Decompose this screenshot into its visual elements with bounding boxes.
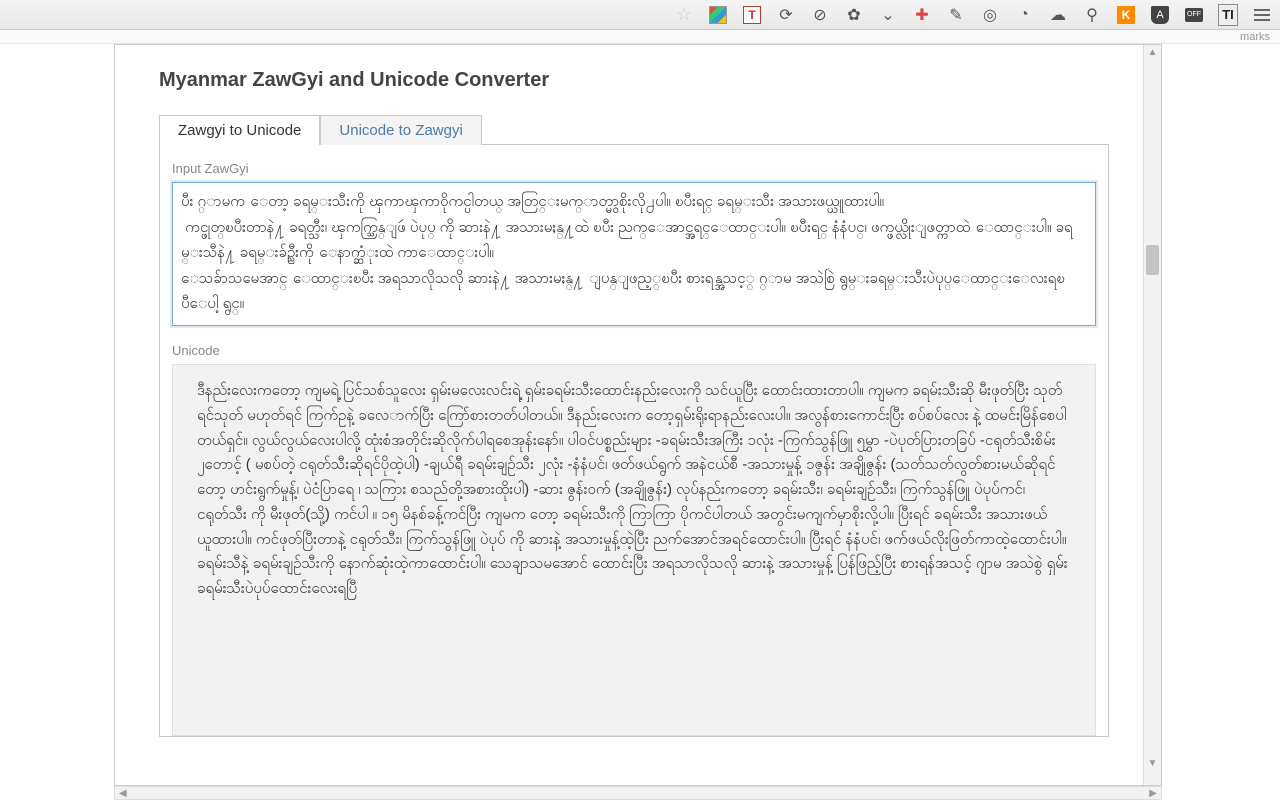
vertical-scrollbar[interactable]: ▲ ▼: [1143, 45, 1161, 785]
scroll-up-icon[interactable]: ▲: [1144, 47, 1161, 58]
extension-off-icon[interactable]: OFF: [1184, 5, 1204, 25]
scroll-left-icon[interactable]: ◀: [119, 788, 127, 799]
bookmarks-bar: marks: [0, 30, 1280, 44]
zawgyi-input[interactable]: [172, 182, 1096, 326]
bookmarks-peek-text: marks: [1240, 31, 1270, 43]
circle-icon[interactable]: ◎: [980, 5, 1000, 25]
eyedropper-icon[interactable]: ✎: [946, 5, 966, 25]
browser-toolbar: ☆ T ⟳ ⊘ ✿ ⌄ ✚ ✎ ◎ ◔ ☁ ⚲ K A OFF TI: [0, 0, 1280, 30]
converter-popup: Myanmar ZawGyi and Unicode Converter Zaw…: [114, 44, 1162, 786]
bookmark-star-icon[interactable]: ☆: [674, 5, 694, 25]
output-label: Unicode: [172, 343, 1096, 358]
scroll-right-icon[interactable]: ▶: [1149, 788, 1157, 799]
tab-panel: Input ZawGyi Unicode ဒီနည်းလေးကတော့ ကျမရ…: [159, 145, 1109, 737]
reload-icon[interactable]: ⟳: [776, 5, 796, 25]
extension-rainbow-icon[interactable]: [708, 5, 728, 25]
cloud-icon[interactable]: ☁: [1048, 5, 1068, 25]
unicode-output: ဒီနည်းလေးကတော့ ကျမရဲ့ ပြင်သစ်သူလေး ရှမ်း…: [172, 364, 1096, 736]
pin-icon[interactable]: ⚲: [1082, 5, 1102, 25]
input-label: Input ZawGyi: [172, 161, 1096, 176]
plus-medical-icon[interactable]: ✚: [912, 5, 932, 25]
page-title: Myanmar ZawGyi and Unicode Converter: [159, 69, 1109, 92]
pocket-icon[interactable]: ⌄: [878, 5, 898, 25]
extension-k-icon[interactable]: K: [1116, 5, 1136, 25]
scroll-thumb[interactable]: [1146, 245, 1159, 275]
extension-angular-icon[interactable]: A: [1150, 5, 1170, 25]
gear-icon[interactable]: ✿: [844, 5, 864, 25]
extension-t-icon[interactable]: T: [742, 5, 762, 25]
tab-zawgyi-to-unicode[interactable]: Zawgyi to Unicode: [159, 115, 320, 145]
clock-icon[interactable]: ◔: [1014, 5, 1034, 25]
extension-ti-active-icon[interactable]: TI: [1218, 5, 1238, 25]
menu-icon[interactable]: [1252, 5, 1272, 25]
tab-unicode-to-zawgyi[interactable]: Unicode to Zawgyi: [320, 115, 481, 145]
horizontal-scrollbar[interactable]: ◀ ▶: [114, 786, 1162, 800]
block-icon[interactable]: ⊘: [810, 5, 830, 25]
tab-bar: Zawgyi to Unicode Unicode to Zawgyi: [159, 114, 1109, 145]
scroll-down-icon[interactable]: ▼: [1144, 758, 1161, 769]
